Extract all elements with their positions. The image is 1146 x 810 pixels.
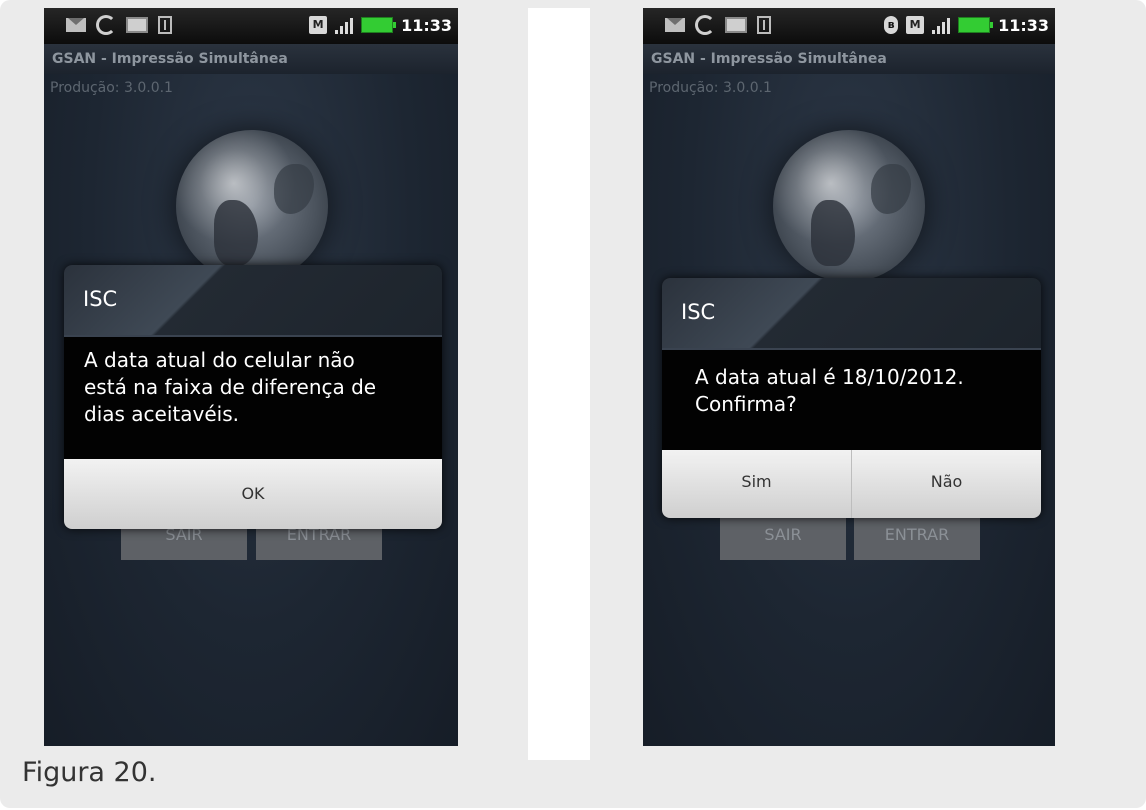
status-bar: ʙ M 11:33 (643, 8, 1055, 44)
globe-logo (773, 130, 925, 282)
dialog-button-bar: OK (64, 459, 442, 529)
app-version: Produção: 3.0.0.1 (50, 80, 173, 96)
figure-caption: Figura 20. (22, 757, 157, 788)
bluetooth-icon: ʙ (884, 16, 899, 34)
sync-icon (96, 15, 116, 35)
app-title: GSAN - Impressão Simultânea (44, 44, 458, 74)
signal-icon (335, 16, 354, 34)
m-icon: M (309, 16, 328, 34)
dialog-message: A data atual do celular não está na faix… (64, 337, 442, 460)
dialog-title: ISC (83, 287, 118, 311)
ok-button[interactable]: OK (64, 459, 442, 529)
battery-icon (361, 17, 397, 33)
sd-card-icon (725, 17, 747, 33)
usb-icon (158, 16, 172, 34)
globe-logo (176, 130, 328, 282)
dialog-title-bar: ISC (662, 278, 1041, 350)
dialog-title: ISC (681, 300, 716, 324)
sd-card-icon (126, 17, 148, 33)
status-time: 11:33 (401, 15, 452, 35)
confirm-dialog: ISC A data atual é 18/10/2012. Confirma?… (662, 278, 1041, 518)
mail-icon (66, 18, 86, 32)
figure-gap (528, 8, 590, 760)
no-button[interactable]: Não (851, 450, 1041, 518)
battery-icon (958, 17, 994, 33)
status-bar: M 11:33 (44, 8, 458, 44)
dialog-button-bar: Sim Não (662, 450, 1041, 518)
alert-dialog: ISC A data atual do celular não está na … (64, 265, 442, 529)
phone-screen-right: ʙ M 11:33 GSAN - Impressão Simultânea Pr… (643, 8, 1055, 746)
sync-icon (695, 15, 715, 35)
mail-icon (665, 18, 685, 32)
m-icon: M (906, 16, 925, 34)
signal-icon (932, 16, 951, 34)
status-time: 11:33 (998, 15, 1049, 35)
app-version: Produção: 3.0.0.1 (649, 80, 772, 96)
dialog-message: A data atual é 18/10/2012. Confirma? (662, 350, 1041, 450)
app-title: GSAN - Impressão Simultânea (643, 44, 1055, 74)
dialog-title-bar: ISC (64, 265, 442, 337)
phone-screen-left: M 11:33 GSAN - Impressão Simultânea Prod… (44, 8, 458, 746)
yes-button[interactable]: Sim (662, 450, 851, 518)
usb-icon (757, 16, 771, 34)
